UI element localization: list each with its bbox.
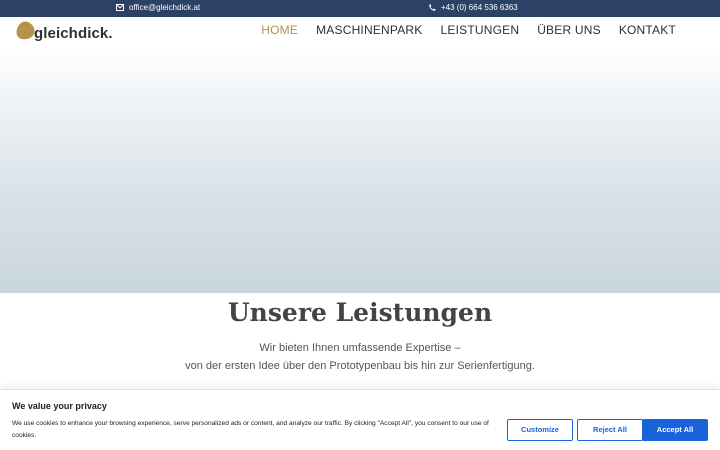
email-contact[interactable]: office@gleichdick.at xyxy=(116,3,200,12)
phone-contact[interactable]: +43 (0) 664 536 6363 xyxy=(428,3,518,12)
phone-link[interactable]: +43 (0) 664 536 6363 xyxy=(441,3,518,12)
cookie-title: We value your privacy xyxy=(12,401,107,411)
cookie-description: We use cookies to enhance your browsing … xyxy=(12,420,489,439)
nav-item-home[interactable]: HOME xyxy=(261,23,298,37)
cookie-consent-banner: We value your privacy We use cookies to … xyxy=(0,389,720,450)
nav-item-kontakt[interactable]: KONTAKT xyxy=(619,23,676,37)
phone-icon xyxy=(428,3,436,12)
site-logo[interactable]: gleichdick. xyxy=(15,19,113,42)
section-subtitle: Wir bieten Ihnen umfassende Expertise – … xyxy=(0,339,720,375)
section-subtitle-line-1: Wir bieten Ihnen umfassende Expertise – xyxy=(259,342,461,354)
section-title: Unsere Leistungen xyxy=(227,298,493,327)
hero-banner xyxy=(0,46,720,293)
nav-item-maschinenpark[interactable]: MASCHINENPARK xyxy=(316,23,422,37)
accept-all-button[interactable]: Accept All xyxy=(642,419,708,441)
envelope-icon xyxy=(116,4,124,11)
reject-all-button[interactable]: Reject All xyxy=(577,419,643,441)
logo-mark-icon xyxy=(16,21,35,40)
email-link[interactable]: office@gleichdick.at xyxy=(129,3,200,12)
logo-text: gleichdick. xyxy=(34,25,113,42)
main-nav: HOME MASCHINENPARK LEISTUNGEN ÜBER UNS K… xyxy=(261,23,676,37)
nav-item-ueber-uns[interactable]: ÜBER UNS xyxy=(537,23,601,37)
site-header: gleichdick. HOME MASCHINENPARK LEISTUNGE… xyxy=(0,17,720,46)
top-info-bar: office@gleichdick.at +43 (0) 664 536 636… xyxy=(0,0,720,17)
nav-item-leistungen[interactable]: LEISTUNGEN xyxy=(441,23,520,37)
section-subtitle-line-2: von der ersten Idee über den Prototypenb… xyxy=(185,360,535,372)
customize-button[interactable]: Customize xyxy=(507,419,573,441)
